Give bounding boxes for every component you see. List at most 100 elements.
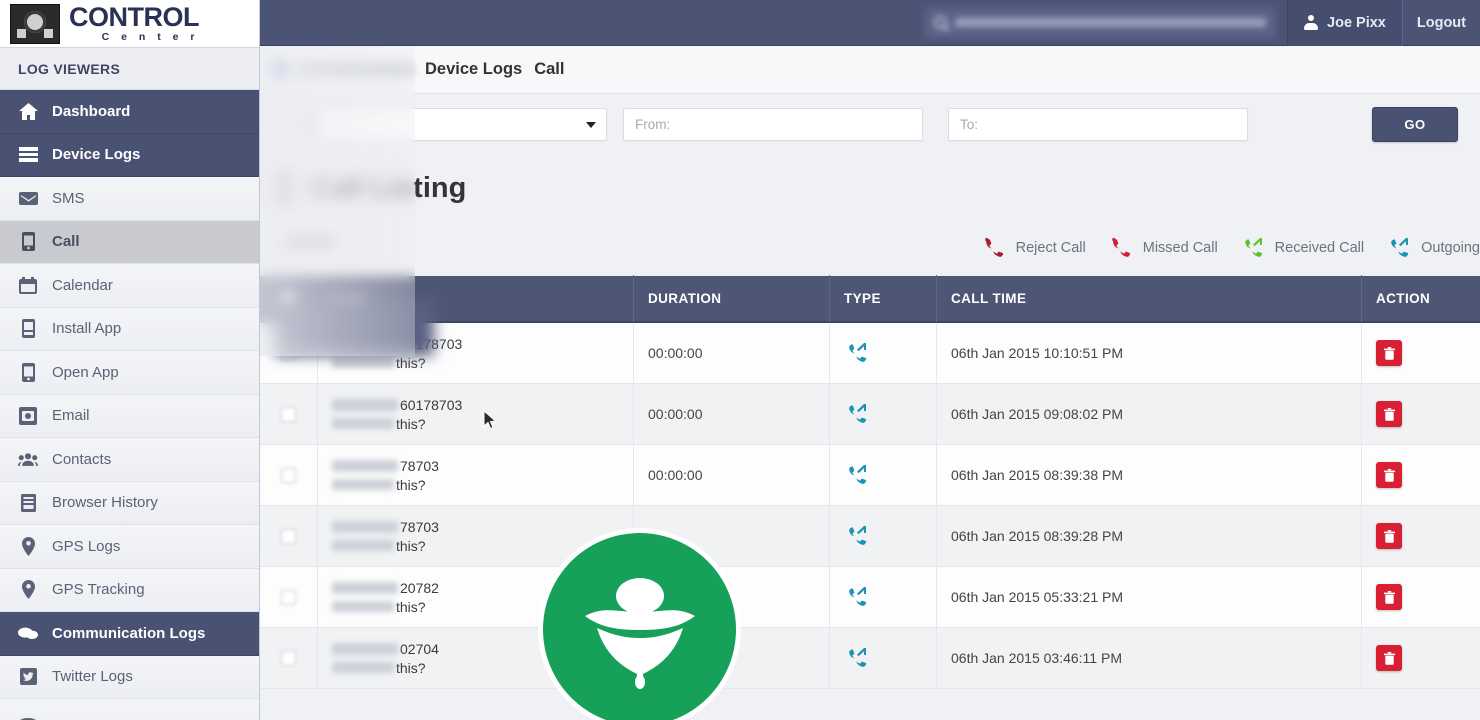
brand-logo[interactable]: CONTROL C e n t e r [0,0,259,48]
sidebar-item-label: SMS [52,190,85,207]
cell-duration: 00:00:00 [634,384,830,444]
delete-button[interactable] [1376,584,1402,610]
table-row[interactable]: 60178703 this? 00:00:00 06th Jan 2015 09… [260,384,1480,445]
user-menu[interactable]: Joe Pixx [1287,0,1403,46]
sidebar-item-open-app[interactable]: Open App [0,351,259,395]
sidebar-item-calendar[interactable]: Calendar [0,264,259,308]
legend-reject-call: Reject Call [981,235,1086,261]
delete-button[interactable] [1376,645,1402,671]
browser-book-icon [18,494,38,512]
search-icon [934,16,947,29]
row-checkbox[interactable] [281,529,296,544]
sidebar-item-install-app[interactable]: Install App [0,308,259,352]
sidebar-item-gps-tracking[interactable]: GPS Tracking [0,569,259,613]
delete-button[interactable] [1376,462,1402,488]
sidebar-item-label: Call [52,233,80,250]
table-row[interactable]: 49178703 this? 00:00:00 06th Jan 2015 10… [260,323,1480,384]
device-select[interactable] [315,108,607,141]
sidebar-item-browser-history[interactable]: Browser History [0,482,259,526]
row-checkbox-cell[interactable] [260,567,318,627]
sidebar-item-gps-logs[interactable]: GPS Logs [0,525,259,569]
row-checkbox[interactable] [281,590,296,605]
cell-type [830,628,937,688]
row-checkbox[interactable] [281,468,296,483]
calendar-icon [18,277,38,294]
legend-label: Reject Call [1016,240,1086,256]
sidebar-item-contacts[interactable]: Contacts [0,438,259,482]
row-checkbox-cell[interactable] [260,384,318,444]
trash-icon [1384,469,1395,482]
from-date-input[interactable]: From: [623,108,923,141]
table-row[interactable]: 20782 this? 06th Jan 2015 05:33:21 PM [260,567,1480,628]
row-checkbox-cell[interactable] [260,628,318,688]
table-row[interactable]: 78703 this? 06th Jan 2015 08:39:28 PM [260,506,1480,567]
cell-call-time: 06th Jan 2015 05:33:21 PM [937,567,1362,627]
home-icon [18,103,38,120]
cell-call-time: 06th Jan 2015 08:39:28 PM [937,506,1362,566]
outgoing-call-icon [844,584,870,610]
search-input[interactable] [925,8,1275,38]
sidebar-item-communication-logs[interactable]: Communication Logs [0,612,259,656]
trash-icon [1384,591,1395,604]
cell-duration: 00:00:00 [634,323,830,383]
phone-masked [332,521,398,533]
to-date-input[interactable]: To: [948,108,1248,141]
th-call-time[interactable]: CALL TIME [937,275,1362,322]
th-duration[interactable]: DURATION [634,275,830,322]
page-title-visible: ting [413,172,466,204]
device-logs-icon [18,147,38,162]
call-log-table: E NO. DURATION TYPE CALL TIME ACTION 491… [260,276,1480,689]
main-content: Device Logs Call From: To: GO Call Listi… [260,46,1480,720]
twitter-bird-icon [18,668,38,685]
map-pin-icon [18,580,38,599]
th-type[interactable]: TYPE [830,275,937,322]
breadcrumb-item-call[interactable]: Call [534,60,564,79]
delete-button[interactable] [1376,523,1402,549]
received-call-icon [1240,235,1266,261]
cell-action [1362,628,1480,688]
mouse-cursor [483,410,497,430]
outgoing-call-icon [844,462,870,488]
missed-call-icon [1108,235,1134,261]
sidebar-item-label: Twitter Logs [52,668,133,685]
page-title-row: Call Listing [260,156,1480,220]
delete-button[interactable] [1376,401,1402,427]
row-checkbox-cell[interactable] [260,506,318,566]
top-bar: Joe Pixx Logout [260,0,1480,46]
row-checkbox[interactable] [281,651,296,666]
note-masked [332,418,394,429]
cell-duration: 00:00:00 [634,445,830,505]
sidebar-item-email[interactable]: Email [0,395,259,439]
chevron-down-icon [586,122,596,128]
trash-icon [1384,652,1395,665]
sidebar-item-call[interactable]: Call [0,221,259,265]
sidebar-item-label: Device Logs [52,146,140,163]
note-masked [332,662,394,673]
chat-bubbles-icon [18,626,38,641]
brand-name: CONTROL [69,4,199,31]
cell-type [830,445,937,505]
go-button[interactable]: GO [1372,107,1458,142]
breadcrumb-item-home[interactable] [272,62,413,77]
header-left-blur-overlay [274,299,434,356]
note-masked [332,601,394,612]
breadcrumb-item-device-logs[interactable]: Device Logs [425,60,522,79]
delete-button[interactable] [1376,340,1402,366]
row-checkbox-cell[interactable] [260,445,318,505]
phone-masked [332,460,398,472]
table-row[interactable]: 02704 this? 06th Jan 2015 03:46:11 PM [260,628,1480,689]
row-checkbox[interactable] [281,407,296,422]
filter-bar: From: To: GO [260,94,1480,156]
sidebar-item-device-logs[interactable]: Device Logs [0,134,259,178]
sidebar-item-twitter-logs[interactable]: Twitter Logs [0,656,259,700]
map-pin-icon [18,537,38,556]
sidebar-item-dashboard[interactable]: Dashboard [0,90,259,134]
outgoing-call-icon [844,523,870,549]
sidebar-item-sms[interactable]: SMS [0,177,259,221]
table-row[interactable]: 78703 this? 00:00:00 06th Jan 2015 08:39… [260,445,1480,506]
dashboard-icon [272,62,287,77]
sidebar-item-partial[interactable] [0,699,259,720]
logout-button[interactable]: Logout [1403,0,1480,46]
sidebar-item-label: Install App [52,320,121,337]
legend-outgoing-call: Outgoing [1386,235,1480,261]
